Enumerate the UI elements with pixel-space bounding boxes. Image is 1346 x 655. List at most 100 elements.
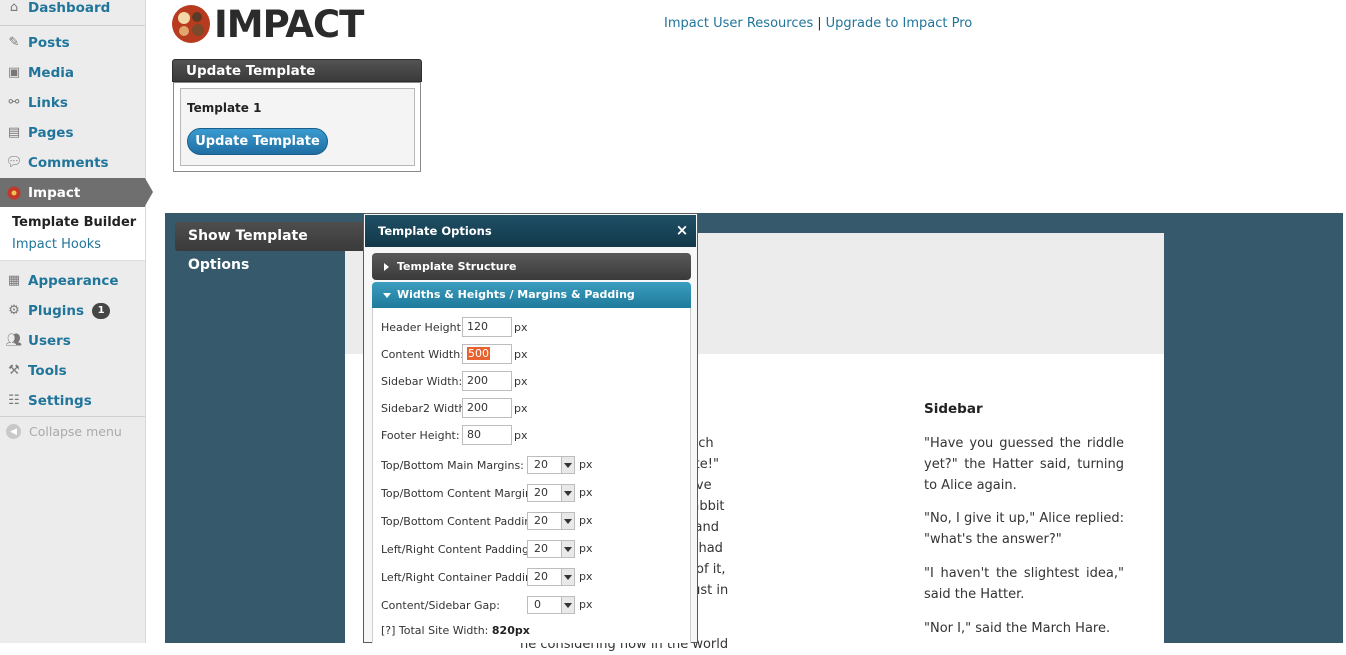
preview-sidebar-title: Sidebar: [924, 401, 983, 417]
content-margins-select[interactable]: 20: [527, 484, 575, 502]
submenu-impact-hooks[interactable]: Impact Hooks: [12, 237, 101, 252]
link-separator: |: [817, 16, 822, 31]
content-padding-lr-select[interactable]: 20: [527, 540, 575, 558]
main-margins-label: Top/Bottom Main Margins:: [381, 459, 524, 472]
comments-icon: 💬︎: [5, 154, 23, 170]
sidebar-item-label: Posts: [28, 34, 70, 51]
dropdown-arrow-icon: [561, 513, 574, 529]
content-width-label: Content Width:: [381, 348, 464, 361]
admin-sidebar: ⌂ Dashboard ✎ Posts ▣ Media ⚯ Links ▤ Pa…: [0, 0, 153, 643]
unit-label: px: [579, 458, 593, 471]
content-width-input[interactable]: 500: [462, 344, 512, 364]
menu-divider: [0, 25, 145, 26]
dropdown-arrow-icon: [561, 457, 574, 473]
impact-logo-icon: [172, 5, 210, 43]
content-margins-label: Top/Bottom Content Margins:: [381, 487, 542, 500]
unit-label: px: [579, 570, 593, 583]
collapse-arrow-icon: [383, 293, 391, 298]
close-icon[interactable]: ×: [673, 221, 691, 239]
container-padding-label: Left/Right Container Padding:: [381, 571, 543, 584]
expand-arrow-icon: [384, 263, 389, 271]
sidebar-item-label: Appearance: [28, 272, 119, 289]
sidebar-item-dashboard[interactable]: ⌂ Dashboard: [0, 0, 145, 22]
menu-divider: [0, 416, 145, 417]
sidebar-item-posts[interactable]: ✎ Posts: [0, 28, 145, 57]
sidebar2-width-input[interactable]: 200: [462, 398, 512, 418]
dropdown-arrow-icon: [561, 541, 574, 557]
sidebar-item-label: Users: [28, 332, 71, 349]
sidebar-item-impact[interactable]: Impact: [0, 178, 153, 207]
header-height-input[interactable]: 120: [462, 317, 512, 337]
select-value: 20: [534, 542, 548, 555]
sidebar-item-settings[interactable]: ☷ Settings: [0, 386, 145, 415]
plugin-update-badge: 1: [92, 302, 111, 319]
dashboard-icon: ⌂: [9, 0, 19, 15]
users-icon: 👥︎: [5, 332, 23, 348]
unit-label: px: [514, 429, 528, 442]
sidebar-item-links[interactable]: ⚯ Links: [0, 88, 145, 117]
update-template-button[interactable]: Update Template: [187, 128, 328, 155]
sidebar-item-pages[interactable]: ▤ Pages: [0, 118, 145, 147]
sidebar-item-media[interactable]: ▣ Media: [0, 58, 145, 87]
preview-sidebar-paragraph: "Have you guessed the riddle yet?" the H…: [924, 436, 1124, 493]
tools-icon: ⚒: [8, 362, 20, 378]
submenu-template-builder[interactable]: Template Builder: [12, 215, 136, 230]
collapse-menu-label: Collapse menu: [29, 424, 122, 439]
upgrade-pro-link[interactable]: Upgrade to Impact Pro: [826, 16, 973, 31]
sidebar-item-label: Links: [28, 94, 68, 111]
plugins-icon: ⚙: [8, 302, 20, 318]
collapse-arrow-icon: ◀: [6, 424, 21, 439]
settings-icon: ☷: [8, 392, 20, 408]
show-template-options-button[interactable]: Show Template Options: [175, 222, 365, 273]
pages-icon: ▤: [7, 124, 21, 140]
unit-label: px: [579, 598, 593, 611]
total-site-width: [?] Total Site Width: 820px: [381, 624, 530, 637]
sidebar-item-appearance[interactable]: ▦ Appearance: [0, 266, 145, 295]
main-margins-select[interactable]: 20: [527, 456, 575, 474]
sidebar2-width-label: Sidebar2 Width:: [381, 402, 470, 415]
unit-label: px: [579, 514, 593, 527]
content-padding-tb-label: Top/Bottom Content Padding:: [381, 515, 542, 528]
sidebar-width-input[interactable]: 200: [462, 371, 512, 391]
sidebar-item-comments[interactable]: 💬︎ Comments: [0, 148, 145, 177]
impact-submenu: Template Builder Impact Hooks: [0, 207, 145, 261]
selected-value: 500: [467, 347, 490, 360]
sidebar-item-plugins[interactable]: ⚙ Plugins 1: [0, 296, 145, 325]
container-padding-select[interactable]: 20: [527, 568, 575, 586]
content-padding-lr-label: Left/Right Content Padding:: [381, 543, 533, 556]
select-value: 0: [534, 598, 541, 611]
preview-sidebar-paragraph: "Nor I," said the March Hare.: [924, 621, 1111, 636]
section-label: Widths & Heights / Margins & Padding: [397, 288, 635, 301]
unit-label: px: [579, 486, 593, 499]
widths-heights-section[interactable]: Widths & Heights / Margins & Padding: [372, 282, 691, 308]
sidebar-item-label: Tools: [28, 362, 67, 379]
appearance-icon: ▦: [7, 272, 21, 288]
sidebar-item-label: Dashboard: [28, 0, 111, 16]
media-icon: ▣: [7, 64, 21, 80]
user-resources-link[interactable]: Impact User Resources: [664, 16, 813, 31]
sidebar-item-label: Plugins: [28, 302, 85, 319]
total-width-label[interactable]: [?] Total Site Width:: [381, 624, 488, 637]
sidebar-width-label: Sidebar Width:: [381, 375, 463, 388]
sidebar-item-label: Settings: [28, 392, 92, 409]
sidebar-item-users[interactable]: 👥︎ Users: [0, 326, 145, 355]
content-padding-tb-select[interactable]: 20: [527, 512, 575, 530]
select-value: 20: [534, 514, 548, 527]
collapse-menu-button[interactable]: ◀ Collapse menu: [6, 424, 122, 439]
footer-height-label: Footer Height:: [381, 429, 460, 442]
logo-wordmark: IMPACT: [214, 2, 364, 46]
template-structure-section[interactable]: Template Structure: [372, 253, 691, 280]
unit-label: px: [514, 402, 528, 415]
section-label: Template Structure: [397, 260, 517, 273]
total-width-value: 820px: [491, 624, 530, 637]
header-height-label: Header Height:: [381, 321, 465, 334]
sidebar-item-label: Media: [28, 64, 74, 81]
select-value: 20: [534, 458, 548, 471]
footer-height-input[interactable]: 80: [462, 425, 512, 445]
sidebar-gap-select[interactable]: 0: [527, 596, 575, 614]
sidebar-item-tools[interactable]: ⚒ Tools: [0, 356, 145, 385]
template-name: Template 1: [187, 101, 262, 115]
links-icon: ⚯: [8, 94, 20, 110]
select-value: 20: [534, 570, 548, 583]
sidebar-item-label: Impact: [28, 184, 81, 201]
